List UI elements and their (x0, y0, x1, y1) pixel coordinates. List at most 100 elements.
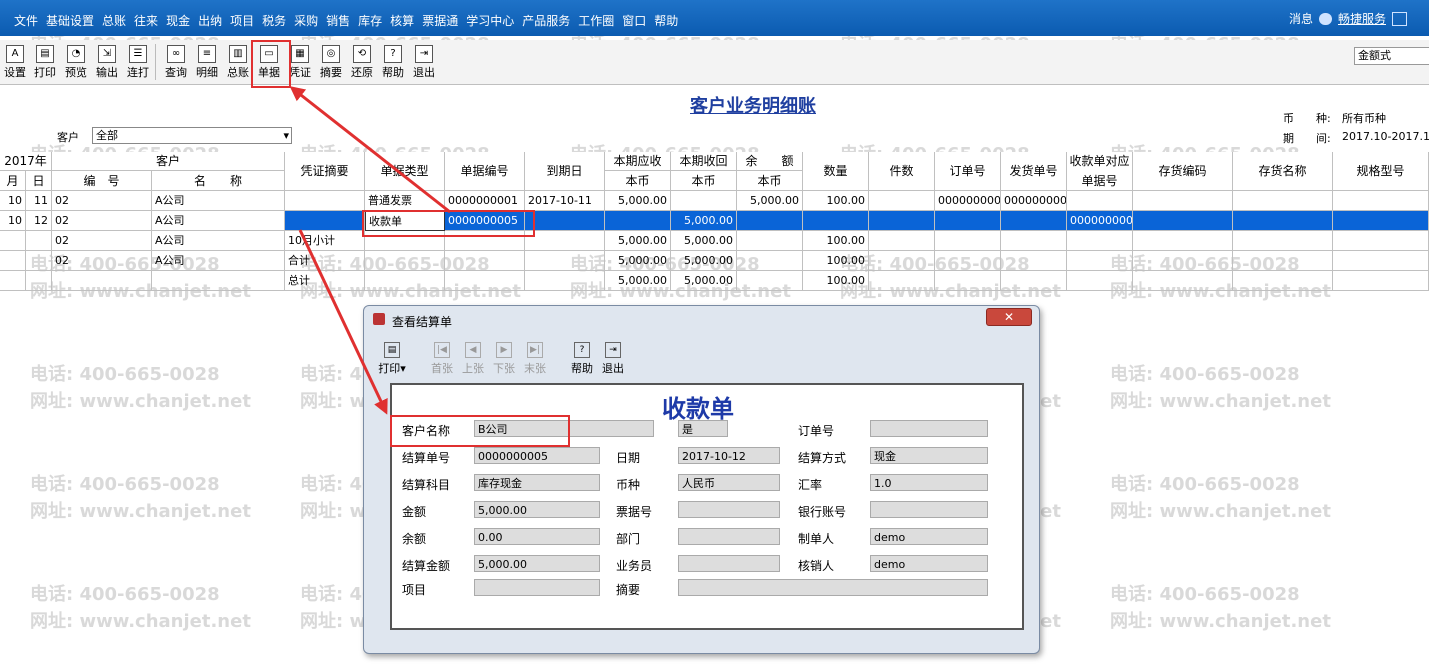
summary-button[interactable]: ◎ 摘要 (316, 43, 346, 81)
cell-ship: 0000000001 (1001, 191, 1067, 211)
cell-spec[interactable] (1333, 211, 1429, 231)
currency-field[interactable]: 人民币 (678, 474, 780, 491)
preview-button[interactable]: ◔ 预览 (61, 43, 91, 81)
cell-rec[interactable] (605, 211, 671, 231)
menu-item[interactable]: 库存 (358, 12, 382, 29)
rate-field[interactable]: 1.0 (870, 474, 988, 491)
cell-pieces (869, 231, 935, 251)
cell-code[interactable]: 02 (52, 211, 152, 231)
auditor-field[interactable]: demo (870, 555, 988, 572)
watermark-site: 网址: www.chanjet.net (30, 611, 251, 632)
cell-ship[interactable] (1001, 211, 1067, 231)
menu-item[interactable]: 基础设置 (46, 12, 94, 29)
batch-print-button[interactable]: ☰ 连打 (123, 43, 153, 81)
project-field[interactable] (474, 579, 600, 596)
menu-item[interactable]: 现金 (166, 12, 190, 29)
cell-m[interactable]: 10 (0, 211, 26, 231)
settings-button[interactable]: A 设置 (0, 43, 30, 81)
subject-field[interactable]: 库存现金 (474, 474, 600, 491)
close-button[interactable]: ✕ (986, 308, 1032, 326)
first-button[interactable]: |◀ 首张 (427, 338, 457, 378)
header-doctype: 单据类型 (365, 152, 445, 191)
quick-service-link[interactable]: 畅捷服务 (1338, 10, 1386, 27)
watermark-site: 网址: www.chanjet.net (30, 501, 251, 522)
settle-no-field[interactable]: 0000000005 (474, 447, 600, 464)
maker-field[interactable]: demo (870, 528, 988, 545)
customer-select[interactable]: 全部 (92, 127, 292, 144)
messages-link[interactable]: 消息 (1289, 10, 1313, 27)
menu-item[interactable]: 税务 (262, 12, 286, 29)
date-field[interactable]: 2017-10-12 (678, 447, 780, 464)
label-project: 项目 (402, 583, 427, 597)
label-settle-amt: 结算金额 (402, 559, 451, 573)
cell-code (52, 271, 152, 291)
menu-item[interactable]: 帮助 (654, 12, 678, 29)
cell-summary[interactable] (285, 211, 365, 231)
toolbar-label: 预览 (65, 66, 87, 79)
help-button[interactable]: ? 帮助 (378, 43, 408, 81)
amount-field[interactable]: 5,000.00 (474, 501, 600, 518)
menu-item[interactable]: 学习中心 (466, 12, 514, 29)
cell-due[interactable] (525, 211, 605, 231)
menu-item[interactable]: 出纳 (198, 12, 222, 29)
restore-button[interactable]: ⟲ 还原 (347, 43, 377, 81)
print-button[interactable]: ▤ 打印▾ (374, 338, 410, 378)
menu-item[interactable]: 往来 (134, 12, 158, 29)
order-field[interactable] (870, 420, 988, 437)
balance-field[interactable]: 0.00 (474, 528, 600, 545)
label-amount: 金额 (402, 505, 427, 519)
window-icon[interactable] (1392, 11, 1407, 26)
cell-bal[interactable] (737, 211, 803, 231)
cell-rec: 5,000.00 (605, 191, 671, 211)
menu-item[interactable]: 核算 (390, 12, 414, 29)
export-button[interactable]: ⇲ 输出 (92, 43, 122, 81)
bank-field[interactable] (870, 501, 988, 518)
cell-sc[interactable] (1133, 211, 1233, 231)
dropdown-icon[interactable]: ▾ (400, 362, 406, 375)
binoculars-button[interactable]: ∞ 查询 (161, 43, 191, 81)
menu-item[interactable]: 票据通 (422, 12, 458, 29)
menu-item[interactable]: 文件 (14, 12, 38, 29)
currency-value: 所有币种 (1342, 112, 1386, 125)
exit-button[interactable]: ⇥ 退出 (598, 338, 628, 378)
exit-button[interactable]: ⇥ 退出 (409, 43, 439, 81)
menu-item[interactable]: 总账 (102, 12, 126, 29)
cell-order[interactable] (935, 211, 1001, 231)
voucher-title: 收款单 (662, 394, 734, 423)
menu-item[interactable]: 工作圈 (578, 12, 614, 29)
menu-item[interactable]: 销售 (326, 12, 350, 29)
cell-got[interactable]: 5,000.00 (671, 211, 737, 231)
cell-d[interactable]: 12 (26, 211, 52, 231)
detail-button[interactable]: ≡ 明细 (192, 43, 222, 81)
cell-qty: 100.00 (803, 271, 869, 291)
next-button[interactable]: ▶ 下张 (489, 338, 519, 378)
cell-rcpt[interactable]: 0000000001 (1067, 211, 1133, 231)
memo-field[interactable] (678, 579, 988, 596)
menu-item[interactable]: 窗口 (622, 12, 646, 29)
format-select[interactable]: 金额式 (1354, 47, 1429, 65)
last-page-icon: ▶| (527, 342, 543, 358)
help-button[interactable]: ? 帮助 (567, 338, 597, 378)
settle-amt-field[interactable]: 5,000.00 (474, 555, 600, 572)
cell-pieces[interactable] (869, 211, 935, 231)
cell-sn[interactable] (1233, 211, 1333, 231)
cell-sc (1133, 231, 1233, 251)
clerk-field[interactable] (678, 555, 780, 572)
cell-got: 5,000.00 (671, 251, 737, 271)
ledger-button[interactable]: ▥ 总账 (223, 43, 253, 81)
bill-field[interactable] (678, 501, 780, 518)
header-local: 本币 (605, 171, 671, 191)
dept-field[interactable] (678, 528, 780, 545)
prepay-field[interactable]: 是 (678, 420, 728, 437)
menu-item[interactable]: 项目 (230, 12, 254, 29)
cell-sc (1133, 251, 1233, 271)
prev-button[interactable]: ◀ 上张 (458, 338, 488, 378)
cell-name[interactable]: A公司 (152, 211, 285, 231)
last-button[interactable]: ▶| 末张 (520, 338, 550, 378)
cell-qty[interactable] (803, 211, 869, 231)
label-rate: 汇率 (798, 478, 823, 492)
menu-item[interactable]: 采购 (294, 12, 318, 29)
menu-item[interactable]: 产品服务 (522, 12, 570, 29)
method-field[interactable]: 现金 (870, 447, 988, 464)
printer-button[interactable]: ▤ 打印 (30, 43, 60, 81)
